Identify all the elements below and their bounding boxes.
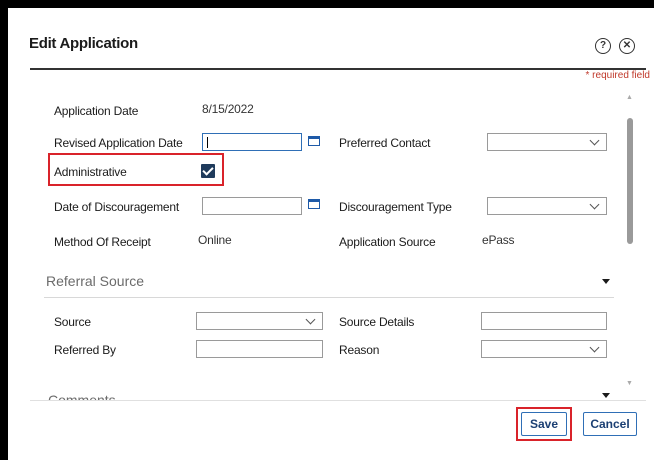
date-of-discouragement-input[interactable] — [202, 197, 302, 215]
cancel-button[interactable]: Cancel — [583, 412, 637, 436]
date-of-discouragement-label: Date of Discouragement — [54, 200, 179, 214]
header-divider — [30, 68, 646, 70]
scroll-down-icon[interactable]: ▼ — [626, 380, 633, 387]
reason-select[interactable] — [481, 340, 607, 358]
application-date-label: Application Date — [54, 104, 139, 118]
chevron-down-icon — [589, 342, 600, 353]
close-icon[interactable]: ✕ — [619, 38, 635, 54]
revised-application-date-input[interactable] — [202, 133, 302, 151]
required-field-note: * required field — [585, 70, 650, 81]
scrollbar-thumb[interactable] — [627, 118, 633, 244]
chevron-down-icon — [589, 199, 600, 210]
scroll-up-icon[interactable]: ▲ — [626, 94, 633, 101]
method-of-receipt-label: Method Of Receipt — [54, 235, 151, 249]
source-details-input[interactable] — [481, 312, 607, 330]
source-details-label: Source Details — [339, 315, 415, 329]
administrative-label: Administrative — [54, 165, 127, 179]
section-collapse-icon[interactable] — [602, 393, 610, 398]
edit-application-dialog: Edit Application ? ✕ * required field Ap… — [8, 8, 654, 460]
calendar-icon[interactable] — [308, 136, 320, 147]
comments-section-title[interactable]: Comments — [48, 392, 116, 400]
chevron-down-icon — [589, 135, 600, 146]
footer-divider — [30, 400, 646, 401]
help-icon[interactable]: ? — [595, 38, 611, 54]
application-source-label: Application Source — [339, 235, 436, 249]
save-button[interactable]: Save — [521, 412, 567, 436]
section-divider — [44, 297, 614, 298]
application-source-value: ePass — [482, 233, 515, 247]
referred-by-label: Referred By — [54, 343, 116, 357]
revised-application-date-label: Revised Application Date — [54, 136, 183, 150]
source-select[interactable] — [196, 312, 323, 330]
discouragement-type-label: Discouragement Type — [339, 200, 452, 214]
dialog-title: Edit Application — [29, 35, 138, 52]
referral-source-section-title[interactable]: Referral Source — [46, 273, 144, 289]
preferred-contact-select[interactable] — [487, 133, 607, 151]
source-label: Source — [54, 315, 91, 329]
text-caret — [207, 137, 208, 148]
method-of-receipt-value: Online — [198, 233, 232, 247]
application-date-value: 8/15/2022 — [202, 102, 254, 116]
discouragement-type-select[interactable] — [487, 197, 607, 215]
preferred-contact-label: Preferred Contact — [339, 136, 431, 150]
section-collapse-icon[interactable] — [602, 279, 610, 284]
reason-label: Reason — [339, 343, 380, 357]
calendar-icon[interactable] — [308, 199, 320, 210]
chevron-down-icon — [305, 314, 316, 325]
comments-section: Comments — [48, 388, 608, 400]
administrative-checkbox[interactable] — [201, 164, 215, 178]
referred-by-input[interactable] — [196, 340, 323, 358]
